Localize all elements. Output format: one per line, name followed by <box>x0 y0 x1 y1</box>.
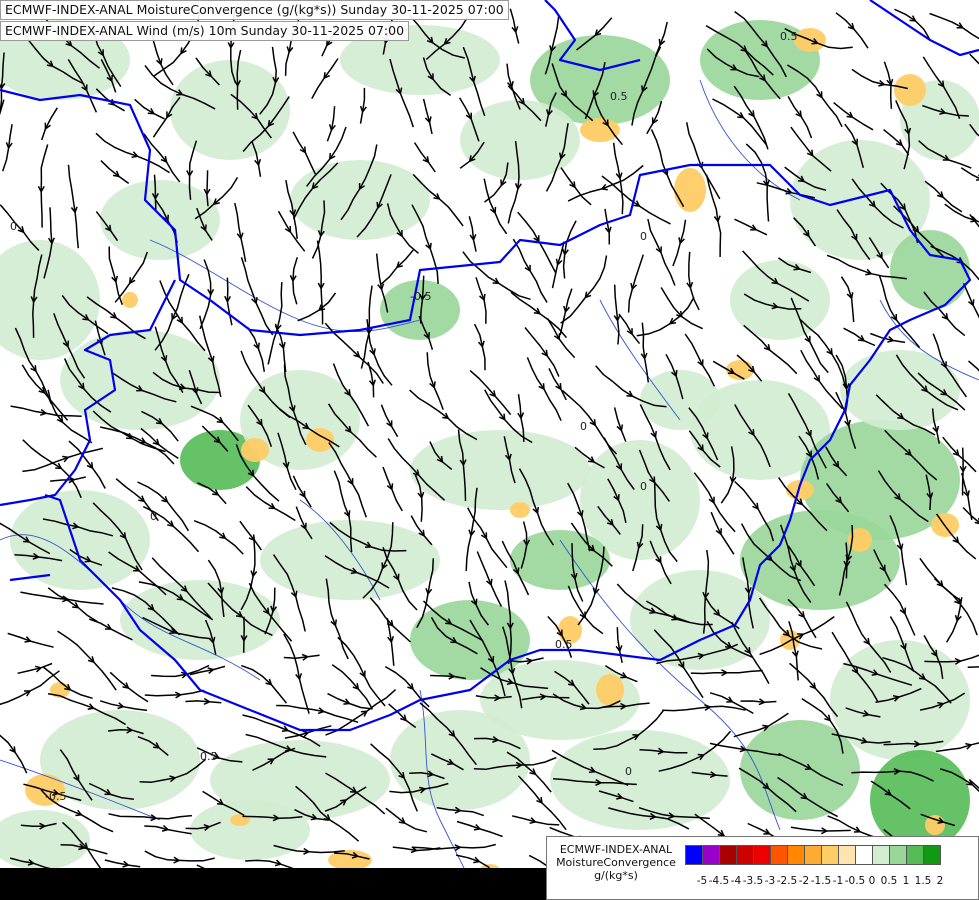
legend-swatch <box>787 845 805 865</box>
legend-tick-label: -1 <box>832 875 844 887</box>
legend-tick-label: -4.5 <box>708 875 730 887</box>
legend-swatch <box>838 845 856 865</box>
streamline <box>206 170 209 207</box>
legend-unit: g/(kg*s) <box>594 869 638 882</box>
convergence-patch <box>740 720 860 820</box>
contour-label: 0 <box>625 765 632 778</box>
convergence-patch <box>380 280 460 340</box>
contour-label: 0.5 <box>780 30 798 43</box>
convergence-patch <box>290 160 430 240</box>
convergence-patch <box>10 490 150 590</box>
contour-label: 0.5 <box>555 638 573 651</box>
legend-tick-label: 1.5 <box>914 875 932 887</box>
legend-swatch <box>753 845 771 865</box>
legend-label-block: ECMWF-INDEX-ANAL MoistureConvergence g/(… <box>549 843 683 882</box>
legend-tick-label: 0 <box>868 875 876 887</box>
contour-label: 0 <box>10 220 17 233</box>
convergence-patch <box>730 260 830 340</box>
legend-model: ECMWF-INDEX-ANAL <box>559 843 673 856</box>
legend-ticks: -5 -4.5 -4 -3.5 -3 -2.5 -2 -1.5 -1 -0.5 0 0.5 1 1.5 2 <box>685 875 977 889</box>
map-title-moisture: ECMWF-INDEX-ANAL MoistureConvergence (g/… <box>0 0 509 20</box>
convergence-patch <box>890 230 970 310</box>
legend-swatch <box>855 845 873 865</box>
color-legend: ECMWF-INDEX-ANAL MoistureConvergence g/(… <box>546 836 979 900</box>
legend-tick-label: -5 <box>696 875 708 887</box>
convergence-patch <box>100 180 220 260</box>
legend-tick-label: 0.5 <box>880 875 898 887</box>
divergence-patch <box>674 168 706 212</box>
convergence-patch <box>190 800 310 860</box>
legend-tick-label: -2 <box>798 875 810 887</box>
convergence-patch <box>410 430 590 510</box>
legend-swatches <box>685 845 941 865</box>
legend-swatch <box>685 845 703 865</box>
legend-tick-label: -0.5 <box>844 875 866 887</box>
map-canvas: 0 0 0 0 0 0 0.5 0.5 0.5 0.5 -0.5 -0.5 <box>0 0 979 900</box>
legend-tick-label: -1.5 <box>810 875 832 887</box>
convergence-patch <box>260 520 440 600</box>
legend-swatch <box>872 845 890 865</box>
convergence-patch <box>510 530 610 590</box>
legend-swatch <box>906 845 924 865</box>
legend-swatch <box>719 845 737 865</box>
convergence-patch <box>60 330 220 430</box>
contour-label: 0 <box>150 510 157 523</box>
legend-tick-label: -3 <box>764 875 776 887</box>
convergence-patch <box>640 370 720 430</box>
contour-label: 0.5 <box>610 90 628 103</box>
divergence-patch <box>580 118 620 142</box>
contour-label: -0.5 <box>410 290 431 303</box>
convergence-patch <box>170 60 290 160</box>
streamline <box>242 616 245 653</box>
legend-swatch <box>923 845 941 865</box>
legend-swatch <box>889 845 907 865</box>
contour-label: 0 <box>640 480 647 493</box>
contour-label: 0 <box>580 420 587 433</box>
map-title-wind: ECMWF-INDEX-ANAL Wind (m/s) 10m Sunday 3… <box>0 21 410 41</box>
legend-swatch <box>821 845 839 865</box>
legend-tick-label: 2 <box>936 875 944 887</box>
divergence-patch <box>894 74 926 106</box>
contour-label: -0.5 <box>45 790 66 803</box>
legend-swatch <box>736 845 754 865</box>
legend-swatch <box>804 845 822 865</box>
legend-swatch <box>770 845 788 865</box>
divergence-patch <box>925 815 945 835</box>
legend-tick-label: -4 <box>730 875 742 887</box>
legend-swatch <box>702 845 720 865</box>
legend-tick-label: -2.5 <box>776 875 798 887</box>
contour-label: 0 <box>640 230 647 243</box>
legend-tick-label: -3.5 <box>742 875 764 887</box>
contour-label: 0.5 <box>200 750 218 763</box>
legend-variable: MoistureConvergence <box>556 856 676 869</box>
legend-tick-label: 1 <box>902 875 910 887</box>
divergence-patch <box>241 438 269 462</box>
divergence-patch <box>510 502 530 518</box>
divergence-patch <box>122 292 138 308</box>
convergence-patch <box>870 750 970 850</box>
streamline <box>845 542 848 579</box>
